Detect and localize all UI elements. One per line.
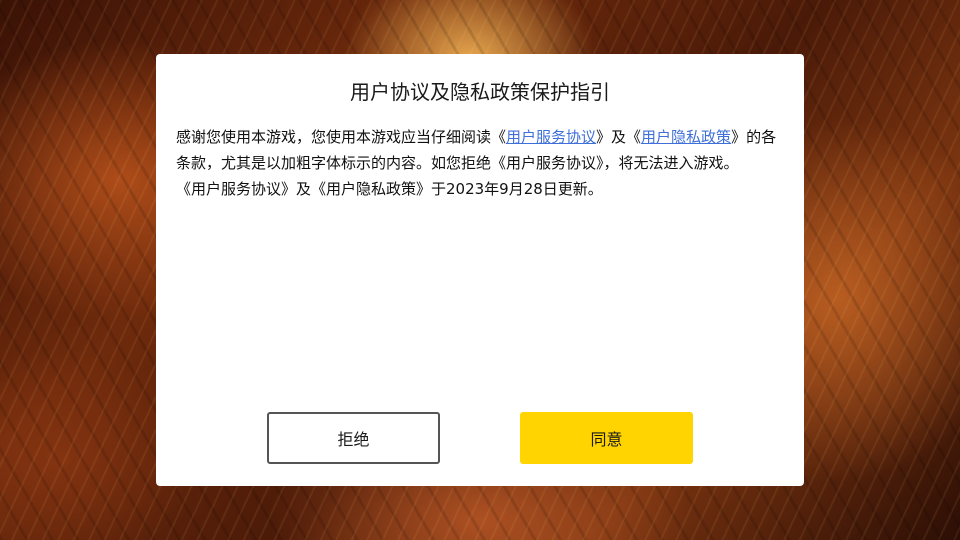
update-notice: 《用户服务协议》及《用户隐私政策》于2023年9月28日更新。 [176,180,603,198]
reject-button[interactable]: 拒绝 [267,412,440,464]
dialog-title: 用户协议及隐私政策保护指引 [350,80,610,104]
agreement-text-mid: 》及《 [596,128,642,146]
agreement-paragraph: 感谢您使用本游戏，您使用本游戏应当仔细阅读《用户服务协议》及《用户隐私政策》的各… [176,124,788,176]
agreement-dialog: 用户协议及隐私政策保护指引 感谢您使用本游戏，您使用本游戏应当仔细阅读《用户服务… [156,54,804,486]
agree-button[interactable]: 同意 [520,412,693,464]
game-splash-background: 用户协议及隐私政策保护指引 感谢您使用本游戏，您使用本游戏应当仔细阅读《用户服务… [0,0,960,540]
agreement-text-prefix: 感谢您使用本游戏，您使用本游戏应当仔细阅读《 [176,128,507,146]
dialog-body: 感谢您使用本游戏，您使用本游戏应当仔细阅读《用户服务协议》及《用户隐私政策》的各… [176,124,788,202]
user-service-agreement-link[interactable]: 用户服务协议 [506,128,596,146]
user-privacy-policy-link[interactable]: 用户隐私政策 [641,128,731,146]
